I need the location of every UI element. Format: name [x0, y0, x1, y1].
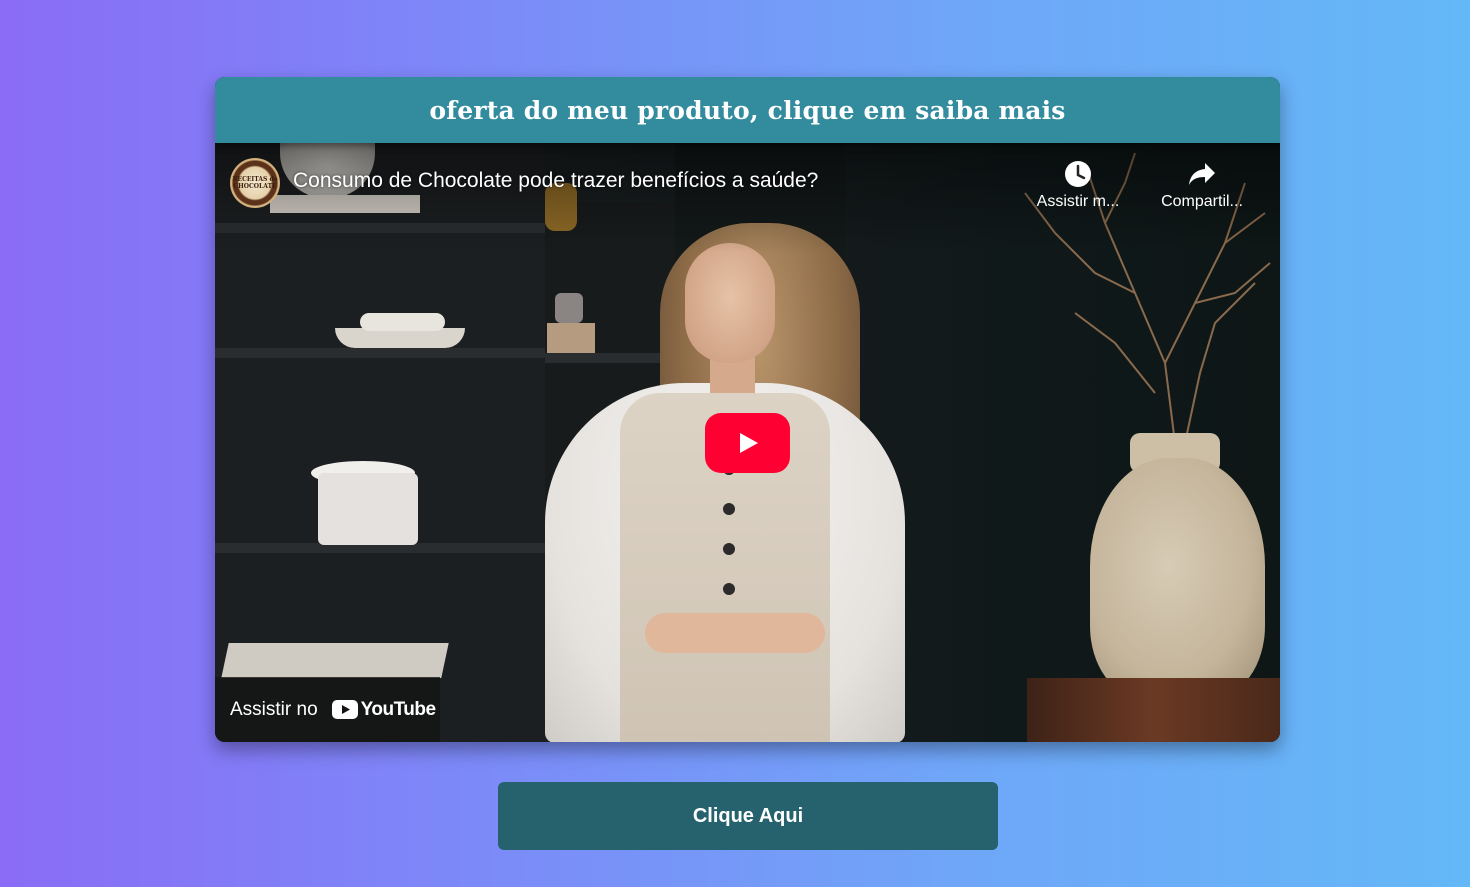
youtube-wordmark: YouTube — [360, 698, 436, 720]
shelf — [215, 348, 545, 358]
channel-logo-text: RECEITAS de CHOCOLATE — [232, 176, 278, 190]
page-title: oferta do meu produto, clique em saiba m… — [429, 95, 1066, 125]
small-books — [547, 323, 595, 353]
watch-later-label: Assistir m... — [1036, 193, 1120, 210]
share-button[interactable]: Compartil... — [1147, 157, 1257, 211]
bowl-top — [360, 313, 445, 331]
shelf — [545, 353, 675, 363]
share-label: Compartil... — [1161, 193, 1243, 210]
bowl — [335, 328, 465, 348]
vest-button — [723, 543, 735, 555]
youtube-logo: YouTube — [331, 698, 436, 721]
vest-button — [723, 503, 735, 515]
youtube-play-icon — [331, 700, 358, 719]
vase — [1090, 458, 1265, 698]
video-card: oferta do meu produto, clique em saiba m… — [215, 77, 1280, 742]
open-book — [221, 643, 449, 678]
share-arrow-icon — [1147, 157, 1257, 191]
clock-icon — [1023, 157, 1133, 191]
presenter-face — [685, 243, 775, 363]
clique-aqui-button[interactable]: Clique Aqui — [498, 782, 998, 850]
card-header: oferta do meu produto, clique em saiba m… — [215, 77, 1280, 143]
youtube-embed[interactable]: RECEITAS de CHOCOLATE Consumo de Chocola… — [215, 143, 1280, 742]
presenter-hands — [645, 613, 825, 653]
channel-avatar[interactable]: RECEITAS de CHOCOLATE — [230, 158, 280, 208]
watch-on-label: Assistir no — [230, 698, 318, 720]
video-title-link[interactable]: Consumo de Chocolate pode trazer benefíc… — [293, 169, 818, 193]
play-icon — [739, 433, 758, 453]
watch-later-button[interactable]: Assistir m... — [1023, 157, 1133, 211]
small-vase — [555, 293, 583, 323]
play-button[interactable] — [705, 413, 790, 473]
decor-box — [318, 473, 418, 545]
vest-button — [723, 583, 735, 595]
side-table — [1027, 678, 1280, 742]
watch-on-youtube-link[interactable]: Assistir no YouTube — [215, 677, 440, 742]
